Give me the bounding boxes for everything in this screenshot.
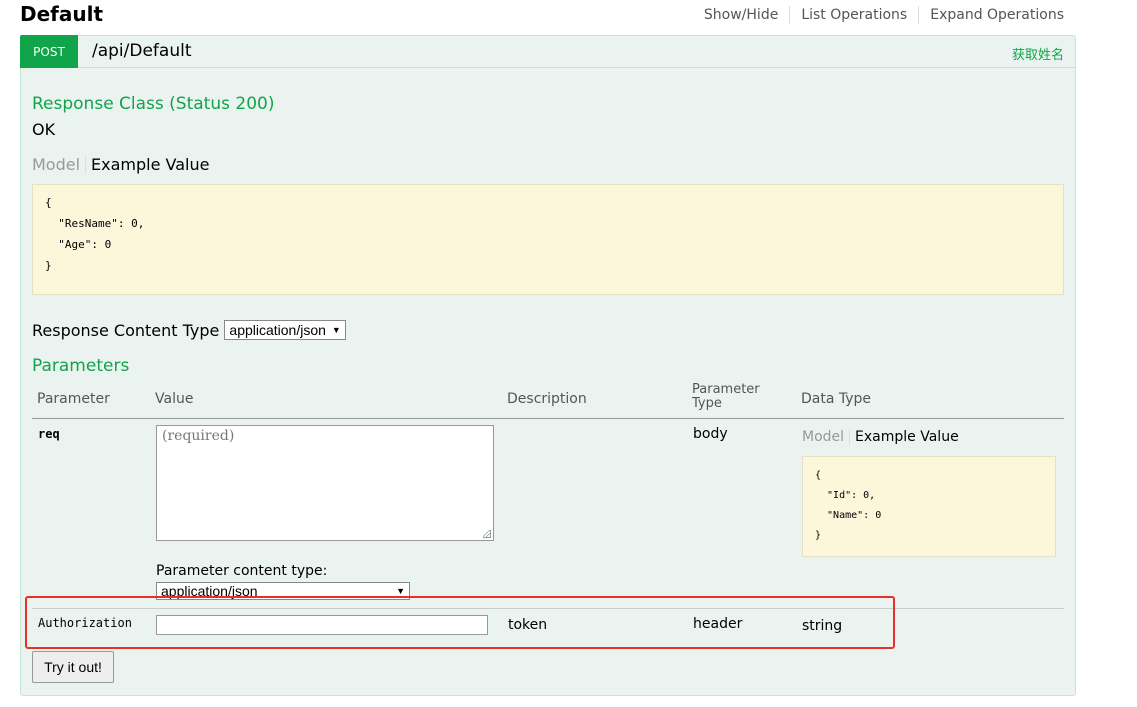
response-content-type-label: Response Content Type [32, 320, 220, 340]
dropdown-arrow-icon: ▼ [331, 325, 341, 335]
code-line: "Id": 0, [815, 490, 876, 501]
param-name-req: req [38, 427, 60, 441]
req-example-value-tab[interactable]: Example Value [850, 429, 959, 445]
try-it-out-button[interactable]: Try it out! [32, 651, 114, 683]
response-content-type-select[interactable]: application/json ▼ [224, 320, 346, 340]
header-parameter-type-line2: Type [692, 396, 722, 411]
http-verb-badge[interactable]: POST [20, 35, 78, 68]
code-line: "Name": 0 [815, 510, 882, 521]
operation-summary[interactable]: 获取姓名 [1012, 44, 1064, 63]
param-type-req: body [693, 426, 728, 442]
req-model-tabs: Model Example Value [802, 429, 959, 445]
list-operations-link[interactable]: List Operations [790, 6, 918, 24]
operation-path[interactable]: /api/Default [92, 41, 192, 61]
top-nav: Show/Hide List Operations Expand Operati… [693, 6, 1064, 24]
header-description: Description [507, 391, 587, 407]
model-tab[interactable]: Model [32, 155, 87, 174]
header-value: Value [155, 391, 194, 407]
highlight-annotation [25, 596, 895, 649]
header-parameter: Parameter [37, 391, 110, 407]
code-line: "ResName": 0, [45, 217, 145, 230]
operation-header[interactable]: POST /api/Default 获取姓名 [20, 35, 1075, 68]
response-example-code: { "ResName": 0, "Age": 0 } [32, 184, 1064, 295]
select-value: application/json [229, 322, 326, 338]
parameter-content-type-label: Parameter content type: [156, 563, 328, 579]
response-model-tabs: Model Example Value [32, 155, 209, 174]
code-line: { [45, 196, 52, 209]
response-status-text: OK [32, 120, 56, 139]
example-value-tab[interactable]: Example Value [86, 155, 209, 174]
parameters-table-header: Parameter Value Description Parameter Ty… [32, 383, 1064, 419]
code-line: { [815, 470, 822, 481]
header-parameter-type-line1: Parameter [692, 382, 760, 397]
section-heading[interactable]: Default [20, 0, 103, 28]
req-model-tab[interactable]: Model [802, 429, 851, 445]
expand-operations-link[interactable]: Expand Operations [919, 6, 1064, 24]
response-content-type: Response Content Type application/json ▼ [32, 320, 346, 340]
code-line: } [45, 259, 52, 272]
code-line: "Age": 0 [45, 238, 112, 251]
parameters-title: Parameters [32, 356, 130, 376]
code-line: } [815, 530, 822, 541]
header-parameter-type: Parameter Type [692, 383, 760, 411]
resize-handle-icon[interactable] [483, 530, 491, 538]
req-example-code: { "Id": 0, "Name": 0 } [802, 456, 1056, 557]
response-class-title: Response Class (Status 200) [32, 94, 275, 114]
textarea-placeholder: (required) [162, 428, 235, 444]
req-body-textarea[interactable]: (required) [156, 425, 494, 541]
show-hide-link[interactable]: Show/Hide [693, 6, 789, 24]
header-data-type: Data Type [801, 391, 872, 407]
